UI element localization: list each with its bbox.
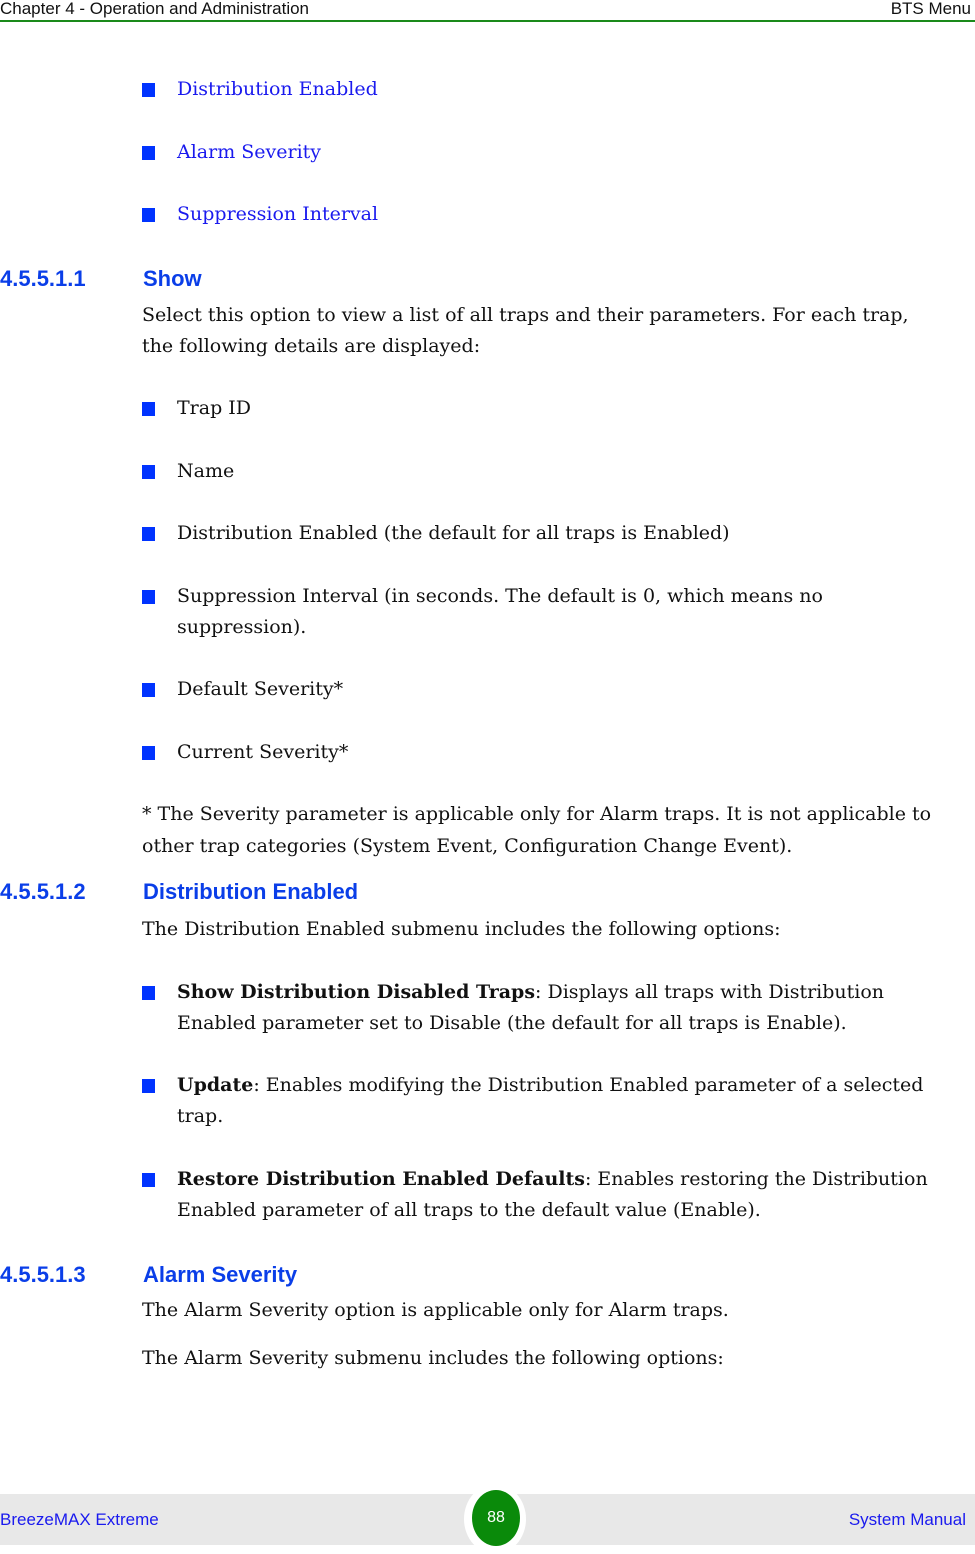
list-item-continuation: suppression).: [177, 616, 307, 638]
paragraph: The Alarm Severity option is applicable …: [142, 1299, 729, 1321]
paragraph: Select this option to view a list of all…: [142, 304, 909, 326]
section-number: 4.5.5.1.3: [0, 1262, 86, 1287]
bullet-icon: [142, 146, 155, 160]
link-distribution-enabled[interactable]: Distribution Enabled: [177, 74, 378, 105]
bullet-icon: [142, 465, 155, 479]
bullet-icon: [142, 1173, 155, 1187]
footnote: * The Severity parameter is applicable o…: [142, 803, 932, 825]
link-suppression-interval[interactable]: Suppression Interval: [177, 199, 378, 230]
paragraph: The Alarm Severity submenu includes the …: [142, 1347, 724, 1369]
list-item: Suppression Interval (in seconds. The de…: [177, 585, 823, 607]
link-alarm-severity[interactable]: Alarm Severity: [177, 137, 321, 168]
list-item: Show Distribution Disabled Traps: Displa…: [177, 977, 884, 1008]
chapter-title: Chapter 4 - Operation and Administration: [0, 0, 310, 18]
bullet-icon: [142, 1079, 155, 1093]
paragraph: the following details are displayed:: [142, 335, 481, 357]
list-item: Restore Distribution Enabled Defaults: E…: [177, 1164, 928, 1195]
list-item: Distribution Enabled (the default for al…: [177, 522, 730, 544]
term: Update: [177, 1074, 254, 1096]
list-item: Update: Enables modifying the Distributi…: [177, 1070, 923, 1101]
section-heading-alarm: Alarm Severity: [143, 1262, 298, 1287]
description: : Enables restoring the Distribution: [584, 1168, 928, 1190]
bullet-icon: [142, 746, 155, 760]
footnote: other trap categories (System Event, Con…: [142, 835, 793, 857]
product-name: BreezeMAX Extreme: [0, 1510, 159, 1529]
list-item: Trap ID: [177, 397, 252, 419]
bullet-icon: [142, 527, 155, 541]
description: : Displays all traps with Distribution: [535, 981, 885, 1003]
list-item: Default Severity*: [177, 678, 344, 700]
list-item: Current Severity*: [177, 741, 349, 763]
list-item-continuation: Enabled parameter of all traps to the de…: [177, 1199, 761, 1221]
section-heading-show: Show: [143, 266, 202, 291]
page-number: 88: [472, 1490, 520, 1546]
list-item-continuation: trap.: [177, 1105, 224, 1127]
list-item: Name: [177, 460, 235, 482]
list-item-continuation: Enabled parameter set to Disable (the de…: [177, 1012, 847, 1034]
paragraph: The Distribution Enabled submenu include…: [142, 918, 781, 940]
section-number: 4.5.5.1.2: [0, 879, 86, 904]
section-title: BTS Menu: [890, 0, 971, 18]
section-heading-distribution: Distribution Enabled: [143, 879, 359, 904]
bullet-icon: [142, 683, 155, 697]
bullet-icon: [142, 402, 155, 416]
bullet-icon: [142, 83, 155, 97]
page-header: Chapter 4 - Operation and Administration…: [0, 0, 975, 22]
page-footer: BreezeMAX Extreme 88 System Manual: [0, 1484, 975, 1554]
bullet-icon: [142, 208, 155, 222]
term: Show Distribution Disabled Traps: [177, 981, 536, 1003]
document-name: System Manual: [848, 1510, 966, 1529]
term: Restore Distribution Enabled Defaults: [177, 1168, 585, 1190]
bullet-icon: [142, 986, 155, 1000]
section-number: 4.5.5.1.1: [0, 266, 86, 291]
bullet-icon: [142, 590, 155, 604]
description: : Enables modifying the Distribution Ena…: [253, 1074, 924, 1096]
